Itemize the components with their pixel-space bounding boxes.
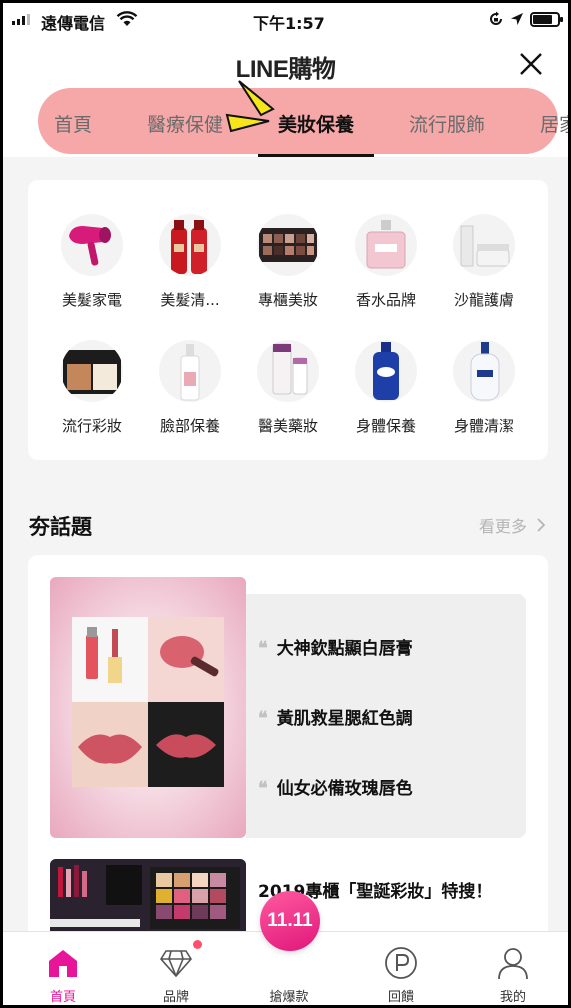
topic-quotes: ❝ 大神欽點顯白唇膏 ❝ 黃肌救星腮紅色調 ❝ 仙女必備玫瑰唇色: [246, 594, 526, 838]
category-counter-makeup[interactable]: 專櫃美妝: [238, 214, 338, 310]
app-screen: 遠傳電信 下午1:57 LINE購物 首頁 醫療保健 美妝保養 流行服飾 居 美…: [0, 0, 571, 1008]
category-label: 專櫃美妝: [257, 291, 318, 309]
body-wash-icon: [453, 340, 515, 402]
close-icon[interactable]: [518, 51, 544, 77]
header: LINE購物 首頁 醫療保健 美妝保養 流行服飾 居家: [3, 37, 568, 157]
nav-hot-deals[interactable]: 搶爆款: [249, 946, 329, 1005]
section-title: 夯話題: [29, 515, 92, 539]
signal-icon: [12, 14, 30, 25]
category-label: 美髮清...: [160, 291, 220, 309]
chevron-right-icon: [537, 518, 546, 532]
nav-label: 我的: [499, 990, 526, 1005]
category-label: 臉部保養: [159, 417, 220, 435]
category-medical-cosmetics[interactable]: 醫美藥妝: [238, 340, 338, 436]
quote-icon: ❝: [258, 638, 268, 659]
battery-icon: [530, 11, 563, 27]
category-label: 身體保養: [355, 417, 416, 435]
home-icon: [49, 950, 77, 977]
tab-beauty[interactable]: 美妝保養: [278, 110, 354, 137]
nav-label: 回饋: [387, 990, 414, 1005]
quote-item[interactable]: ❝ 黃肌救星腮紅色調: [258, 704, 413, 729]
quote-item[interactable]: ❝ 大神欽點顯白唇膏: [258, 634, 413, 659]
topic-card: ❝ 大神欽點顯白唇膏 ❝ 黃肌救星腮紅色調 ❝ 仙女必備玫瑰唇色 2019專櫃「聖誕彩…: [28, 555, 548, 945]
points-icon: [385, 947, 417, 979]
category-grid: 美髮家電 美髮清... 專櫃美妝 香水品牌 沙龍護膚 流行彩妝 臉部保養 醫美藥…: [28, 180, 548, 460]
hair-dryer-icon: [61, 214, 123, 276]
quote-icon: ❝: [258, 708, 268, 729]
notification-badge: [193, 940, 202, 949]
featured-topic-image[interactable]: [50, 577, 246, 838]
promo-1111-icon[interactable]: 11.11: [260, 891, 320, 951]
category-label: 沙龍護膚: [453, 291, 514, 309]
nav-home[interactable]: 首頁: [23, 946, 103, 1005]
category-tabs: 首頁 醫療保健 美妝保養 流行服飾 居家: [3, 110, 568, 140]
tab-home-living[interactable]: 居家: [540, 110, 568, 137]
category-label: 身體清潔: [453, 417, 514, 435]
nav-profile[interactable]: 我的: [473, 946, 553, 1005]
category-body-care[interactable]: 身體保養: [336, 340, 436, 436]
category-label: 醫美藥妝: [257, 417, 318, 435]
status-bar: 遠傳電信 下午1:57: [3, 3, 568, 37]
nav-label: 首頁: [49, 990, 76, 1005]
category-body-wash[interactable]: 身體清潔: [434, 340, 534, 436]
quote-item[interactable]: ❝ 仙女必備玫瑰唇色: [258, 774, 413, 799]
nav-label: 品牌: [162, 990, 189, 1005]
nav-brands[interactable]: 品牌: [136, 946, 216, 1005]
nav-label: 搶爆款: [269, 990, 309, 1005]
clock: 下午1:57: [253, 14, 325, 33]
carrier-name: 遠傳電信: [41, 14, 106, 33]
tab-home[interactable]: 首頁: [54, 110, 92, 137]
category-label: 美髮家電: [61, 291, 122, 309]
profile-icon: [498, 948, 528, 980]
active-tab-underline: [258, 154, 374, 157]
location-icon: [511, 13, 523, 25]
lotion-bottle-icon: [159, 340, 221, 402]
see-more-link[interactable]: 看更多: [479, 513, 546, 537]
category-face-care[interactable]: 臉部保養: [140, 340, 240, 436]
nav-rewards[interactable]: 回饋: [361, 946, 441, 1005]
category-label: 香水品牌: [355, 291, 416, 309]
rotation-lock-icon: [490, 11, 502, 25]
compact-powder-icon: [61, 340, 123, 402]
app-logo: LINE購物: [235, 56, 336, 83]
wifi-icon: [116, 11, 138, 26]
quote-icon: ❝: [258, 778, 268, 799]
category-perfume[interactable]: 香水品牌: [336, 214, 436, 310]
skincare-jar-icon: [453, 214, 515, 276]
diamond-icon: [160, 950, 192, 978]
lip-collage-image: [72, 617, 224, 787]
category-fashion-makeup[interactable]: 流行彩妝: [42, 340, 142, 436]
eyeshadow-palette-icon: [257, 214, 319, 276]
body-lotion-icon: [355, 340, 417, 402]
category-hair-appliances[interactable]: 美髮家電: [42, 214, 142, 310]
tab-fashion[interactable]: 流行服飾: [409, 110, 485, 137]
cream-tubes-icon: [257, 340, 319, 402]
category-label: 流行彩妝: [61, 417, 122, 435]
category-salon-skincare[interactable]: 沙龍護膚: [434, 214, 534, 310]
shampoo-bottles-icon: [159, 214, 221, 276]
category-hair-care[interactable]: 美髮清...: [140, 214, 240, 310]
tab-healthcare[interactable]: 醫療保健: [147, 110, 223, 137]
perfume-bottle-icon: [355, 214, 417, 276]
